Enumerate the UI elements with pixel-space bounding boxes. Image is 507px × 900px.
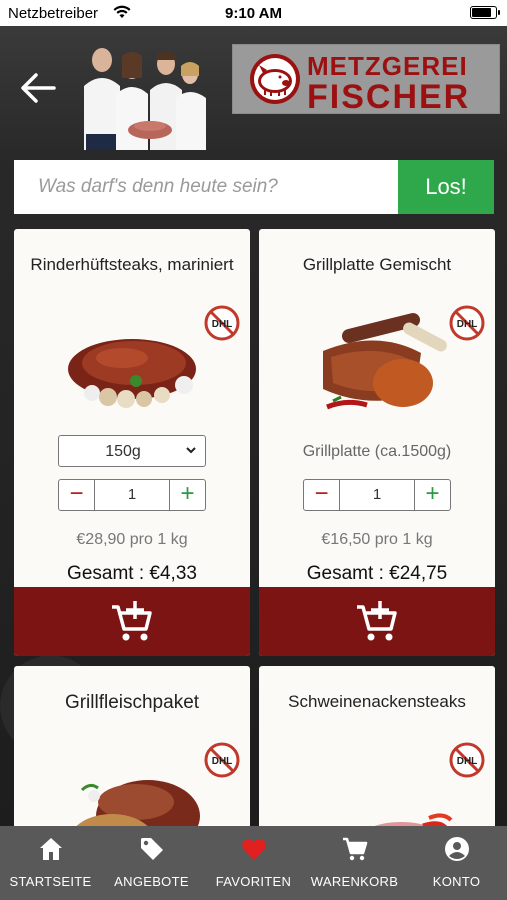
dhl-label: DHL [457, 756, 478, 767]
weight-select-value: 150g [105, 443, 141, 460]
quantity-stepper: − 1 + [58, 479, 206, 511]
product-image [68, 339, 196, 408]
product-card: Grillfleischpaket DHL [14, 666, 250, 836]
tab-label: KONTO [432, 874, 481, 889]
product-title: Schweinenackensteaks [288, 692, 466, 711]
no-dhl-icon: DHL [449, 305, 485, 341]
home-icon [40, 838, 62, 860]
product-variant: Grillplatte (ca.1500g) [302, 443, 452, 460]
total-price: Gesamt : €4,33 [67, 563, 197, 584]
add-to-cart-icon [112, 600, 152, 640]
product-title: Grillplatte Gemischt [302, 255, 452, 274]
status-time: 9:10 AM [225, 5, 282, 22]
no-dhl-icon: DHL [204, 742, 240, 778]
decrease-button[interactable]: − [59, 480, 95, 510]
account-icon [445, 837, 469, 861]
tab-startseite[interactable]: STARTSEITE [0, 826, 101, 900]
tag-icon [141, 838, 163, 860]
brand-logo: METZGEREI FISCHER [232, 44, 500, 116]
no-dhl-icon: DHL [449, 742, 485, 778]
unit-price: €28,90 pro 1 kg [76, 531, 188, 548]
tab-label: FAVORITEN [215, 874, 292, 889]
cart-icon [343, 837, 368, 861]
quantity-value[interactable]: 1 [340, 486, 414, 503]
heart-icon [242, 838, 266, 860]
status-bar: Netzbetreiber 9:10 AM [0, 0, 507, 26]
dhl-label: DHL [457, 319, 478, 330]
add-to-cart-icon [357, 600, 397, 640]
tab-label: ANGEBOTE [114, 874, 189, 889]
app-header: METZGEREI FISCHER [0, 26, 507, 150]
weight-select[interactable]: 150g [58, 435, 206, 467]
back-arrow-icon[interactable] [18, 70, 58, 106]
product-card: Schweinenackensteaks DHL [259, 666, 495, 836]
pig-logo-icon [250, 54, 300, 104]
total-price: Gesamt : €24,75 [306, 563, 448, 584]
decrease-button[interactable]: − [304, 480, 340, 510]
add-to-cart-button[interactable] [14, 587, 250, 656]
product-title: Rinderhüftsteaks, mariniert [30, 255, 234, 274]
no-dhl-icon: DHL [204, 305, 240, 341]
dhl-label: DHL [212, 756, 233, 767]
battery-icon [470, 6, 500, 19]
search-button[interactable]: Los! [398, 160, 494, 214]
add-to-cart-button[interactable] [259, 587, 495, 656]
product-image [316, 813, 453, 836]
product-card: Rinderhüftsteaks, mariniert DHL 150g − 1… [14, 229, 250, 656]
quantity-value[interactable]: 1 [95, 486, 169, 503]
tab-label: STARTSEITE [9, 874, 92, 889]
product-image [323, 313, 447, 410]
search-input[interactable] [14, 160, 398, 214]
tab-angebote[interactable]: ANGEBOTE [101, 826, 202, 900]
unit-price: €16,50 pro 1 kg [321, 531, 433, 548]
dhl-label: DHL [212, 319, 233, 330]
bottom-tab-bar: STARTSEITE ANGEBOTE FAVORITEN WARENKORB … [0, 826, 507, 900]
product-card: Grillplatte Gemischt DHL Grillplatte (ca… [259, 229, 495, 656]
increase-button[interactable]: + [414, 480, 450, 510]
team-photo [84, 48, 206, 150]
logo-text-fischer: FISCHER [307, 78, 471, 116]
increase-button[interactable]: + [169, 480, 205, 510]
tab-warenkorb[interactable]: WARENKORB [304, 826, 405, 900]
tab-favoriten[interactable]: FAVORITEN [203, 826, 304, 900]
tab-konto[interactable]: KONTO [406, 826, 507, 900]
product-image [70, 780, 200, 836]
product-title: Grillfleischpaket [64, 692, 200, 713]
search-bar: Los! [14, 160, 494, 214]
quantity-stepper: − 1 + [303, 479, 451, 511]
chevron-down-icon [186, 447, 196, 454]
tab-label: WARENKORB [310, 874, 399, 889]
